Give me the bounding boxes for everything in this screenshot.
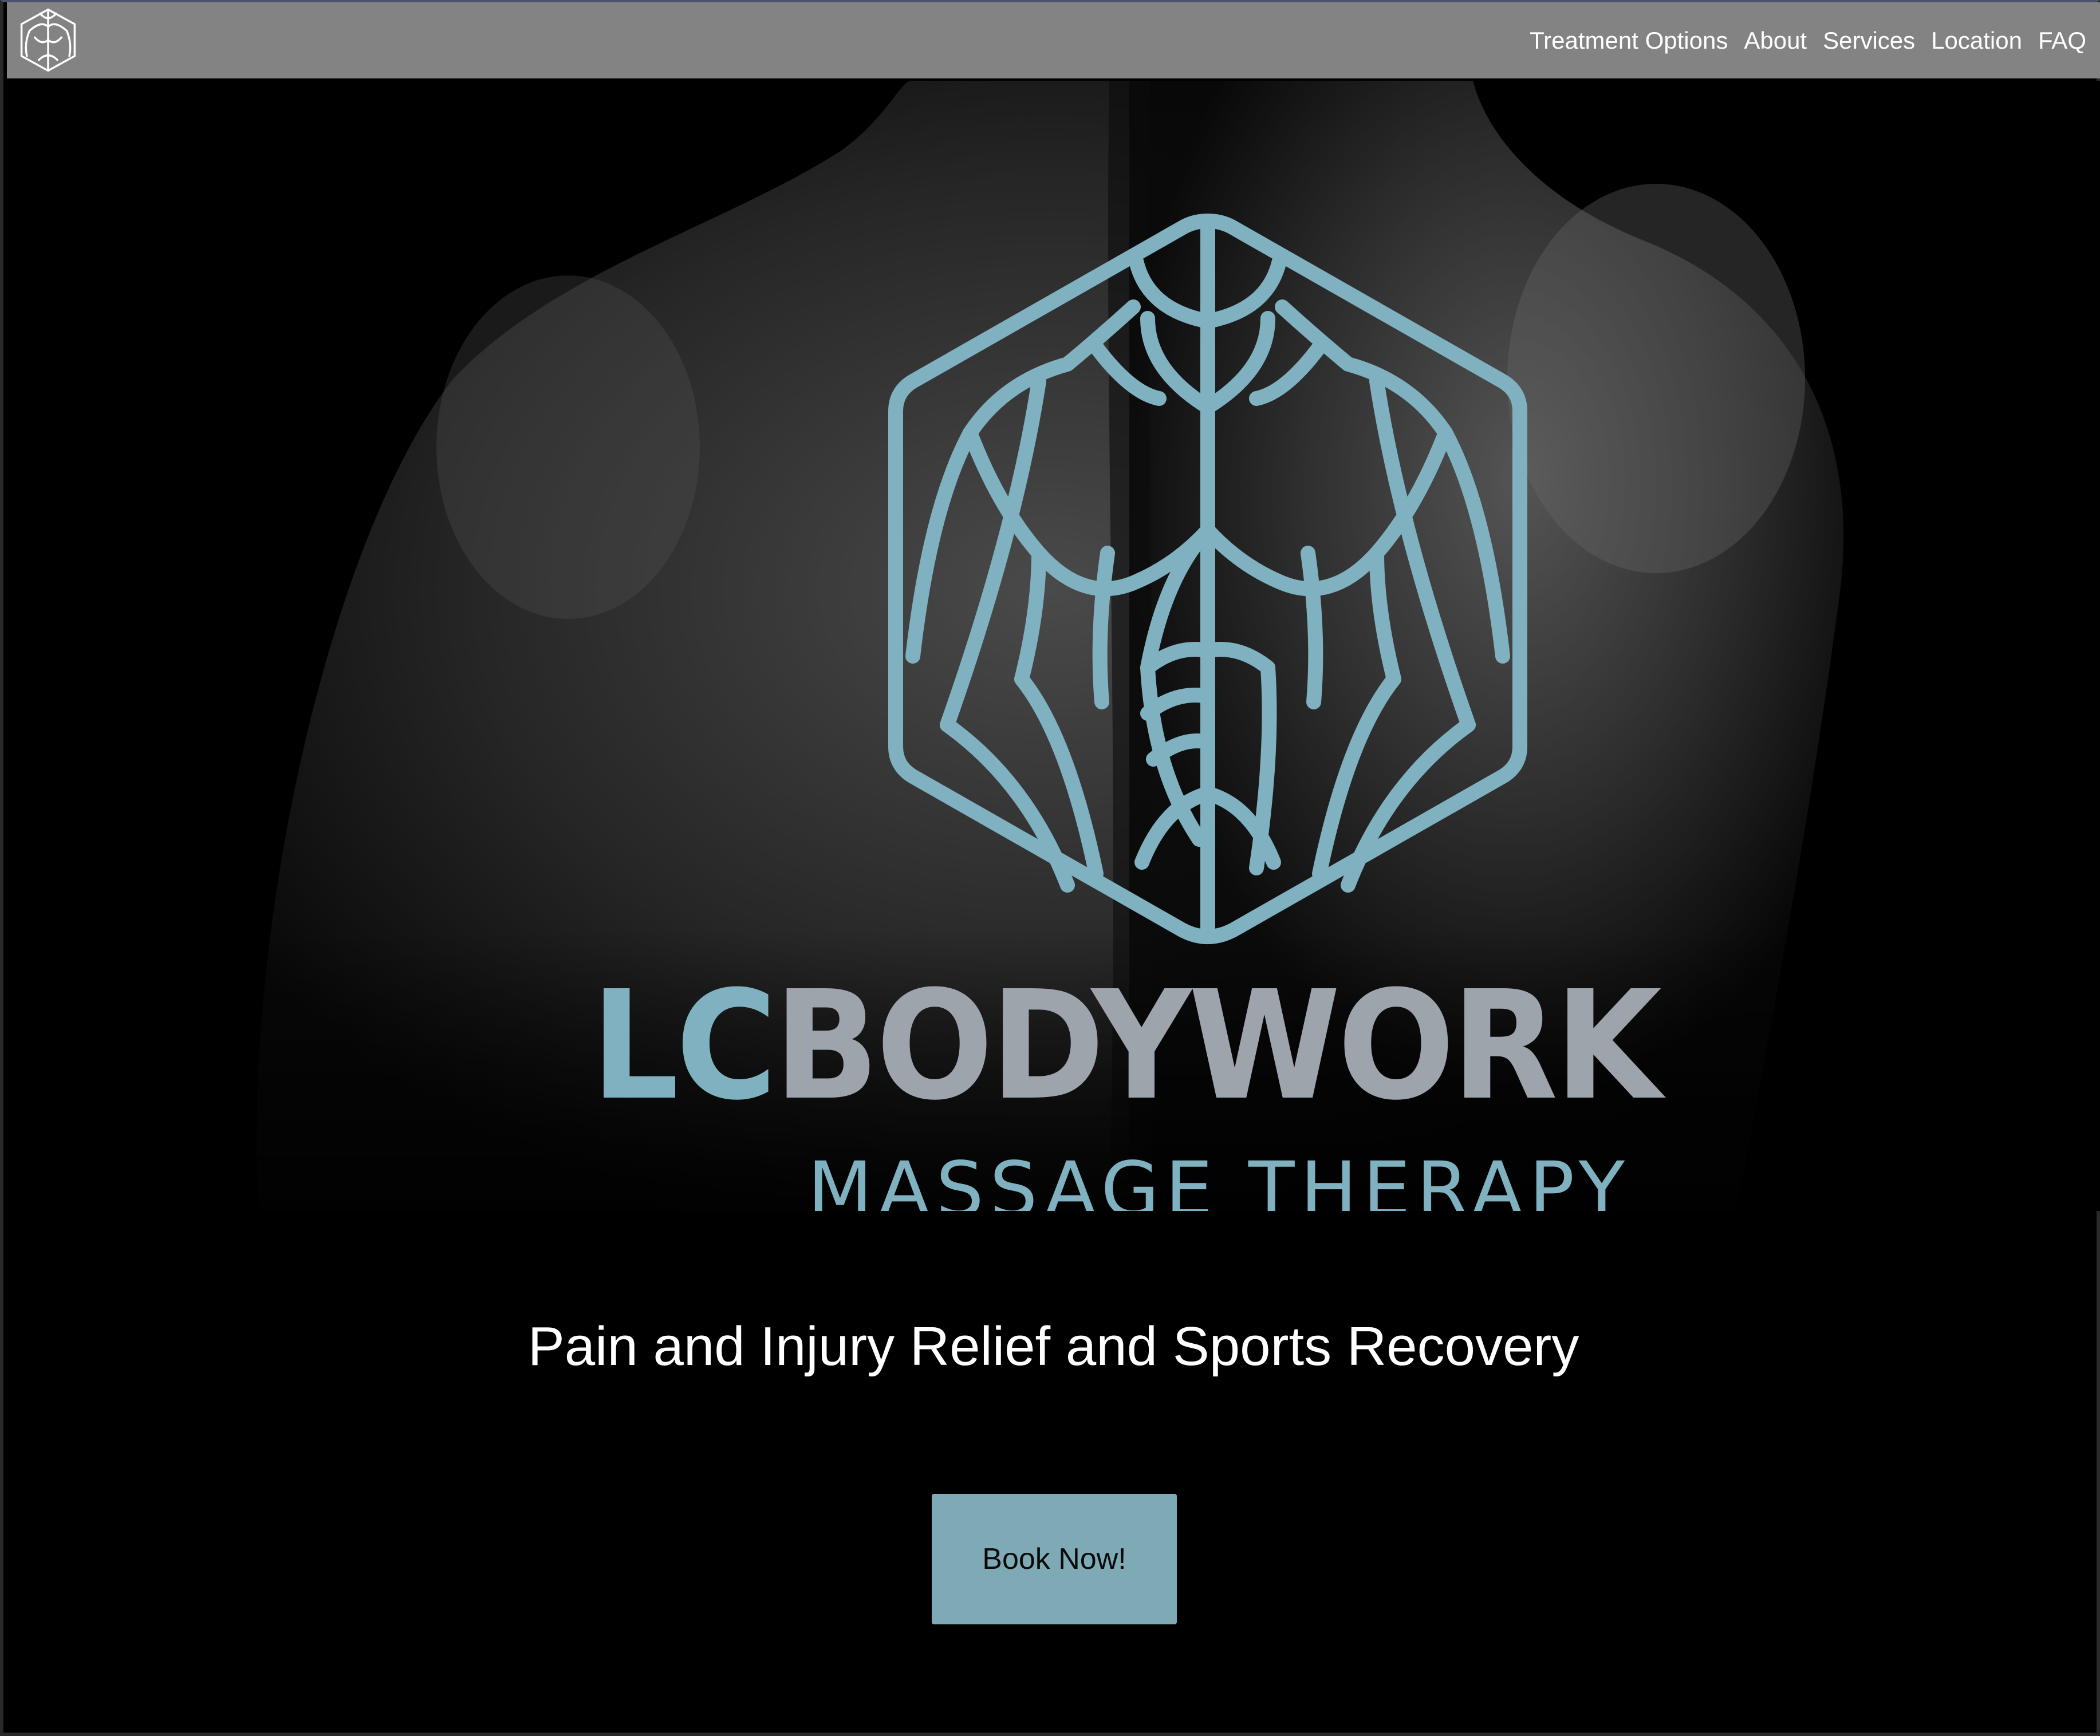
page: Treatment Options About Services Locatio…: [0, 0, 2100, 1736]
nav-link-about[interactable]: About: [1744, 27, 1807, 54]
brand-name-bodywork: BODYWORK: [774, 958, 1661, 1133]
site-logo-icon[interactable]: [15, 6, 81, 74]
nav-link-location[interactable]: Location: [1931, 27, 2022, 54]
top-navigation-bar: Treatment Options About Services Locatio…: [7, 2, 2100, 78]
muscular-back-hexagon-icon: [888, 214, 1527, 944]
hero-banner: LCBODYWORK MASSAGE THERAPY: [156, 81, 2100, 1211]
book-now-button[interactable]: Book Now!: [932, 1494, 1177, 1624]
brand-wordmark: LCBODYWORK MASSAGE THERAPY: [591, 971, 1817, 1212]
nav-link-treatment-options[interactable]: Treatment Options: [1530, 27, 1728, 54]
brand-subtitle: MASSAGE THERAPY: [807, 1146, 1631, 1211]
brand-name: LCBODYWORK: [591, 971, 1662, 1121]
brand-name-lc: LC: [591, 958, 777, 1133]
nav-link-faq[interactable]: FAQ: [2038, 27, 2086, 54]
main-nav: Treatment Options About Services Locatio…: [1530, 2, 2086, 78]
nav-link-services[interactable]: Services: [1823, 27, 1915, 54]
hero-tagline: Pain and Injury Relief and Sports Recove…: [527, 1316, 1579, 1377]
